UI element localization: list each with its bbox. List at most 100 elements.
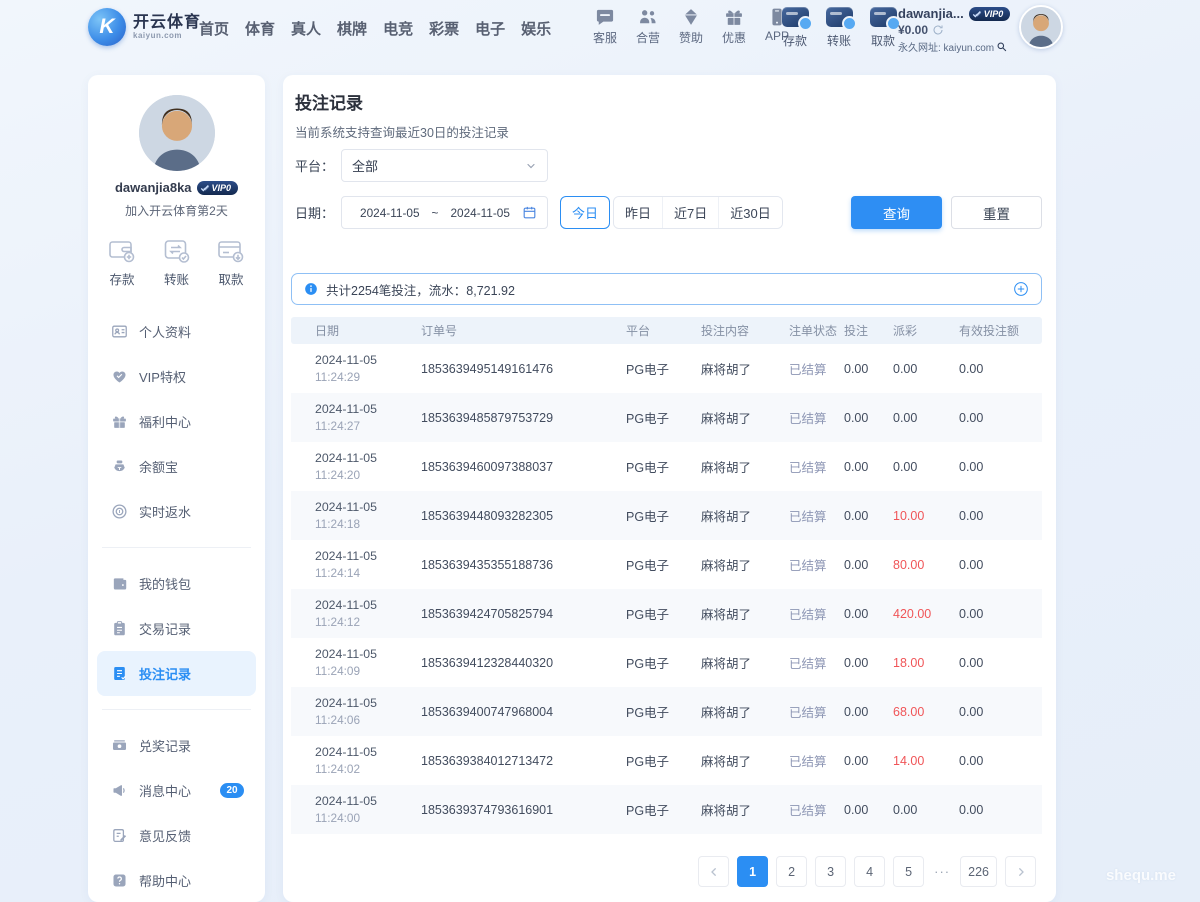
nav-item-home[interactable]: 首页: [196, 14, 232, 43]
sidebar-item-vip[interactable]: VIP特权: [97, 354, 256, 399]
nav-item-live[interactable]: 真人: [288, 14, 324, 43]
page-button-3[interactable]: 3: [815, 856, 846, 887]
cell-date: 2024-11-0511:24:20: [315, 451, 421, 482]
sidebar-item-profile[interactable]: 个人资料: [97, 309, 256, 354]
watermark: shequ.me: [1106, 867, 1176, 884]
sidebar-item-messages[interactable]: 消息中心20: [97, 768, 256, 813]
cell-date: 2024-11-0511:24:29: [315, 353, 421, 384]
prev-page-button[interactable]: [698, 856, 729, 887]
nav-item-lottery[interactable]: 彩票: [426, 14, 462, 43]
sidebar-item-bets[interactable]: 投注记录: [97, 651, 256, 696]
sidebar-item-welfare[interactable]: 福利中心: [97, 399, 256, 444]
logo-domain: kaiyun.com: [133, 31, 201, 40]
header-link-sponsor[interactable]: 赞助: [674, 7, 708, 46]
table-row[interactable]: 2024-11-0511:24:201853639460097388037PG电…: [291, 442, 1042, 491]
table-row[interactable]: 2024-11-0511:24:271853639485879753729PG电…: [291, 393, 1042, 442]
site-logo[interactable]: K 开云体育 kaiyun.com: [88, 8, 201, 46]
cell-content: 麻将胡了: [701, 555, 789, 574]
table-row[interactable]: 2024-11-0511:24:141853639435355188736PG电…: [291, 540, 1042, 589]
cell-platform: PG电子: [626, 555, 701, 574]
feedback-icon: [111, 827, 128, 844]
sidebar-item-yuebao[interactable]: 余额宝: [97, 444, 256, 489]
table-row[interactable]: 2024-11-0511:24:181853639448093282305PG电…: [291, 491, 1042, 540]
vip-icon: [111, 368, 128, 385]
quick-date-today[interactable]: 今日: [560, 196, 610, 229]
header-link-transfer[interactable]: 转账: [823, 7, 855, 49]
header-link-service[interactable]: 客服: [588, 7, 622, 46]
message-icon: [111, 782, 128, 799]
date-range-input[interactable]: 2024-11-05 ~ 2024-11-05: [341, 196, 548, 229]
cell-platform: PG电子: [626, 653, 701, 672]
page-button-2[interactable]: 2: [776, 856, 807, 887]
quick-date-yesterday[interactable]: 昨日: [614, 197, 662, 228]
deposit-outline-icon: [108, 238, 136, 264]
column-header: 投注: [844, 322, 893, 339]
table-row[interactable]: 2024-11-0511:24:291853639495149161476PG电…: [291, 344, 1042, 393]
cell-valid: 0.00: [959, 460, 1042, 474]
table-row[interactable]: 2024-11-0511:24:091853639412328440320PG电…: [291, 638, 1042, 687]
nav-item-entertainment[interactable]: 娱乐: [518, 14, 554, 43]
sidebar-item-feedback[interactable]: 意见反馈: [97, 813, 256, 858]
sidebar-item-rebate[interactable]: 实时返水: [97, 489, 256, 534]
divider: [102, 709, 251, 710]
table-row[interactable]: 2024-11-0511:24:061853639400747968004PG电…: [291, 687, 1042, 736]
page-button-4[interactable]: 4: [854, 856, 885, 887]
sidebar-item-help[interactable]: 帮助中心: [97, 858, 256, 902]
query-button[interactable]: 查询: [851, 196, 942, 229]
header-link-partners[interactable]: 合营: [631, 7, 665, 46]
cell-content: 麻将胡了: [701, 457, 789, 476]
logo-title: 开云体育: [133, 14, 201, 31]
sidebar-item-wallet[interactable]: 我的钱包: [97, 561, 256, 606]
logo-k-icon: K: [88, 8, 126, 46]
platform-select[interactable]: 全部: [341, 149, 548, 182]
cell-payout: 0.00: [893, 411, 959, 425]
next-page-button[interactable]: [1005, 856, 1036, 887]
table-row[interactable]: 2024-11-0511:24:001853639374793616901PG电…: [291, 785, 1042, 834]
avatar[interactable]: [1019, 5, 1063, 49]
search-icon[interactable]: [996, 41, 1007, 52]
sidebar-menu-group: 兑奖记录消息中心20意见反馈帮助中心: [88, 723, 265, 902]
nav-item-slots[interactable]: 电子: [472, 14, 508, 43]
page-ellipsis: ···: [932, 864, 952, 879]
quick-date-last30[interactable]: 近30日: [718, 197, 781, 228]
vip-check-icon: [972, 9, 982, 19]
user-block[interactable]: dawanjia... VIP0 ¥0.00 永久网址: kaiyun.com: [898, 6, 1016, 54]
sidebar-item-transactions[interactable]: 交易记录: [97, 606, 256, 651]
cell-date: 2024-11-0511:24:06: [315, 696, 421, 727]
cell-bet: 0.00: [844, 509, 893, 523]
column-header: 注单状态: [789, 322, 844, 339]
header-link-withdraw[interactable]: 取款: [867, 7, 899, 49]
cell-status: 已结算: [789, 408, 844, 427]
sidebar-item-prize[interactable]: 兑奖记录: [97, 723, 256, 768]
reset-button[interactable]: 重置: [951, 196, 1042, 229]
header-link-deposit[interactable]: 存款: [779, 7, 811, 49]
platform-filter-row: 平台： 全部: [295, 149, 1042, 182]
sidebar-action-withdraw[interactable]: 取款: [217, 238, 245, 288]
table-row[interactable]: 2024-11-0511:24:021853639384012713472PG电…: [291, 736, 1042, 785]
page-button-5[interactable]: 5: [893, 856, 924, 887]
sidebar-action-deposit[interactable]: 存款: [108, 238, 136, 288]
quick-date-last7[interactable]: 近7日: [662, 197, 718, 228]
page-button-226[interactable]: 226: [960, 856, 997, 887]
sidebar-action-transfer[interactable]: 转账: [163, 238, 191, 288]
avatar[interactable]: [139, 95, 215, 171]
date-filter-row: 日期： 2024-11-05 ~ 2024-11-05 今日昨日近7日近30日 …: [295, 196, 1042, 229]
cell-date: 2024-11-0511:24:18: [315, 500, 421, 531]
nav-item-sports[interactable]: 体育: [242, 14, 278, 43]
nav-item-esports[interactable]: 电竞: [380, 14, 416, 43]
cell-content: 麻将胡了: [701, 800, 789, 819]
cell-bet: 0.00: [844, 460, 893, 474]
nav-item-chess[interactable]: 棋牌: [334, 14, 370, 43]
cell-valid: 0.00: [959, 362, 1042, 376]
refresh-icon[interactable]: [932, 24, 944, 36]
cell-order: 1853639448093282305: [421, 509, 626, 523]
expand-plus-icon[interactable]: [1013, 281, 1029, 297]
cell-content: 麻将胡了: [701, 604, 789, 623]
unread-badge: 20: [220, 783, 244, 798]
cell-order: 1853639412328440320: [421, 656, 626, 670]
date-start: 2024-11-05: [360, 206, 419, 220]
table-row[interactable]: 2024-11-0511:24:121853639424705825794PG电…: [291, 589, 1042, 638]
column-header: 有效投注额: [959, 322, 1042, 339]
header-link-promo[interactable]: 优惠: [717, 7, 751, 46]
page-button-1[interactable]: 1: [737, 856, 768, 887]
